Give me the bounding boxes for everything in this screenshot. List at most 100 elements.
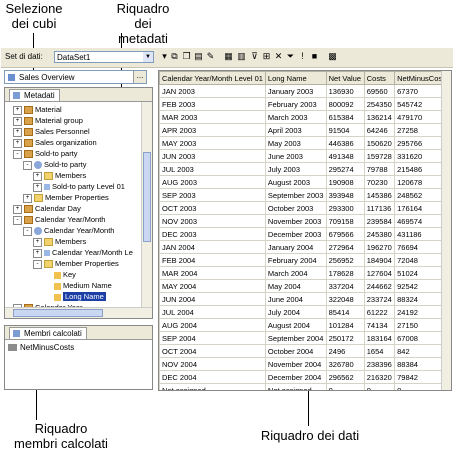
table-cell[interactable]: NOV 2004 <box>159 357 266 371</box>
table-cell[interactable]: 136930 <box>325 84 365 98</box>
table-cell[interactable]: 91504 <box>325 123 365 137</box>
cube-selector[interactable]: Sales Overview ... <box>4 70 147 84</box>
table-cell[interactable]: OCT 2004 <box>159 344 266 358</box>
expand-icon[interactable]: + <box>33 237 42 247</box>
tree-node[interactable]: + Members <box>33 170 86 181</box>
tab-calculated-members[interactable]: Membri calcolati <box>9 327 87 339</box>
collapse-icon[interactable]: - <box>23 226 32 236</box>
table-cell[interactable]: 0 <box>363 383 396 390</box>
table-cell[interactable]: 74134 <box>363 318 396 332</box>
table-cell[interactable]: July 2004 <box>264 305 327 319</box>
table-cell[interactable]: 64246 <box>363 123 396 137</box>
tree-node[interactable]: + Sales organization <box>13 137 97 148</box>
table-cell[interactable]: December 2004 <box>264 370 327 384</box>
table-cell[interactable]: 293300 <box>325 201 365 215</box>
table-row[interactable]: FEB 2004 February 2004 256952 184904 72048 <box>159 253 451 267</box>
tree-node[interactable]: Medium Name <box>43 280 112 291</box>
table-row[interactable]: AUG 2004 August 2004 101284 74134 27150 <box>159 318 451 332</box>
table-cell[interactable]: 79788 <box>363 162 396 176</box>
tree-node[interactable]: Long Name <box>43 291 106 302</box>
copy-icon[interactable]: ❐ <box>181 51 192 62</box>
table-cell[interactable]: December 2003 <box>264 227 327 241</box>
table-cell[interactable]: 85414 <box>325 305 365 319</box>
table-row[interactable]: Not assigned Not assigned 0 0 0 <box>159 383 451 390</box>
sql-mode-icon[interactable]: ▩ <box>327 51 338 62</box>
table-cell[interactable]: 159728 <box>363 149 396 163</box>
table-cell[interactable]: JUN 2004 <box>159 292 266 306</box>
calculated-member-item[interactable]: NetMinusCosts <box>8 343 74 352</box>
table-cell[interactable]: January 2003 <box>264 84 327 98</box>
expand-icon[interactable]: + <box>23 193 32 203</box>
table-cell[interactable]: 337204 <box>325 279 365 293</box>
table-row[interactable]: MAR 2004 March 2004 178628 127604 51024 <box>159 266 451 280</box>
table-cell[interactable]: Not assigned <box>264 383 327 390</box>
table-cell[interactable]: MAR 2004 <box>159 266 266 280</box>
table-cell[interactable]: 69560 <box>363 84 396 98</box>
table-cell[interactable]: February 2004 <box>264 253 327 267</box>
table-cell[interactable]: April 2003 <box>264 123 327 137</box>
grid-icon[interactable]: ▥ <box>236 51 247 62</box>
table-cell[interactable]: 233724 <box>363 292 396 306</box>
table-cell[interactable]: OCT 2003 <box>159 201 266 215</box>
collapse-icon[interactable]: - <box>13 215 22 225</box>
expand-icon[interactable]: + <box>13 204 22 214</box>
table-cell[interactable]: 117136 <box>363 201 396 215</box>
expand-icon[interactable]: + <box>13 138 22 148</box>
table-cell[interactable]: 296562 <box>325 370 365 384</box>
table-cell[interactable]: APR 2003 <box>159 123 266 137</box>
table-cell[interactable]: 615384 <box>325 110 365 124</box>
table-cell[interactable]: 393948 <box>325 188 365 202</box>
table-cell[interactable]: Not assigned <box>159 383 266 390</box>
column-header[interactable]: Long Name <box>264 71 327 85</box>
tree-node[interactable]: + Members <box>33 236 86 247</box>
table-cell[interactable]: JUN 2003 <box>159 149 266 163</box>
table-cell[interactable]: 61222 <box>363 305 396 319</box>
tree-node[interactable]: - Sold-to party <box>23 159 87 170</box>
table-cell[interactable]: 190908 <box>325 175 365 189</box>
cube-browse-button[interactable]: ... <box>133 71 146 83</box>
table-row[interactable]: JUN 2003 June 2003 491348 159728 331620 <box>159 149 451 163</box>
table-cell[interactable]: 239584 <box>363 214 396 228</box>
table-row[interactable]: SEP 2003 September 2003 393948 145386 248562 <box>159 188 451 202</box>
tab-metadata[interactable]: Metadati <box>9 89 60 101</box>
table-row[interactable]: SEP 2004 September 2004 250172 183164 67008 <box>159 331 451 345</box>
table-row[interactable]: MAY 2003 May 2003 446386 150620 295766 <box>159 136 451 150</box>
tree-node[interactable]: + Member Properties <box>23 192 109 203</box>
table-cell[interactable]: 0 <box>325 383 365 390</box>
table-cell[interactable]: SEP 2004 <box>159 331 266 345</box>
table-cell[interactable]: MAY 2004 <box>159 279 266 293</box>
table-cell[interactable]: JUL 2004 <box>159 305 266 319</box>
tree-node[interactable]: - Member Properties <box>33 258 119 269</box>
filter-funnel-icon[interactable]: ⏷ <box>285 51 296 62</box>
table-cell[interactable]: NOV 2003 <box>159 214 266 228</box>
table-cell[interactable]: 709158 <box>325 214 365 228</box>
paste-icon[interactable]: ▤ <box>193 51 204 62</box>
table-cell[interactable]: May 2004 <box>264 279 327 293</box>
table-cell[interactable]: 178628 <box>325 266 365 280</box>
table-cell[interactable]: 322048 <box>325 292 365 306</box>
table-cell[interactable]: SEP 2003 <box>159 188 266 202</box>
table-row[interactable]: MAY 2004 May 2004 337204 244662 92542 <box>159 279 451 293</box>
table-cell[interactable]: 254350 <box>363 97 396 111</box>
dataset-combo[interactable]: DataSet1 ▼ <box>54 51 154 63</box>
edit-icon[interactable]: ✎ <box>205 51 216 62</box>
table-cell[interactable]: JAN 2004 <box>159 240 266 254</box>
table-cell[interactable]: June 2004 <box>264 292 327 306</box>
table-cell[interactable]: AUG 2004 <box>159 318 266 332</box>
table-row[interactable]: APR 2003 April 2003 91504 64246 27258 <box>159 123 451 137</box>
table-row[interactable]: JUL 2003 July 2003 295274 79788 215486 <box>159 162 451 176</box>
table-cell[interactable]: July 2003 <box>264 162 327 176</box>
chevron-down-icon[interactable]: ▼ <box>143 52 153 62</box>
table-cell[interactable]: JAN 2003 <box>159 84 266 98</box>
metadata-vertical-scrollbar[interactable] <box>141 102 152 308</box>
scrollbar-thumb[interactable] <box>143 152 151 242</box>
table-cell[interactable]: March 2004 <box>264 266 327 280</box>
table-row[interactable]: DEC 2003 December 2003 679566 245380 431186 <box>159 227 451 241</box>
table-cell[interactable]: JUL 2003 <box>159 162 266 176</box>
tree-node[interactable]: - Calendar Year/Month <box>23 225 114 236</box>
add-row-icon[interactable]: ⊞ <box>261 51 272 62</box>
table-cell[interactable]: 145386 <box>363 188 396 202</box>
design-mode-icon[interactable]: ▦ <box>223 51 234 62</box>
delete-icon[interactable]: ✕ <box>273 51 284 62</box>
table-cell[interactable]: November 2004 <box>264 357 327 371</box>
